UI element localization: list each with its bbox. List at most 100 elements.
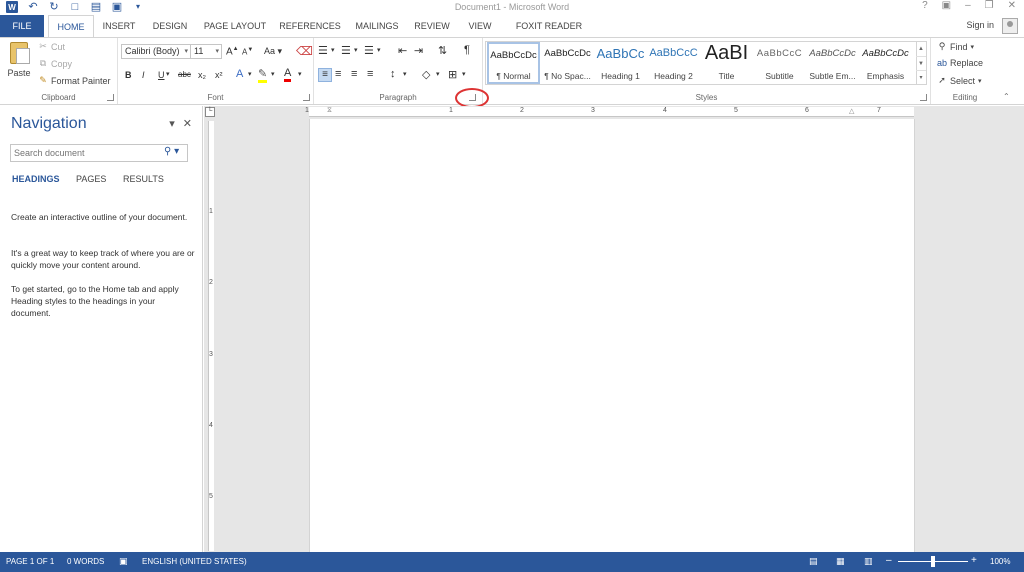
word-count[interactable]: 0 WORDS	[67, 557, 104, 566]
tab-view[interactable]: VIEW	[462, 15, 498, 37]
highlight-color-icon[interactable]: ✎	[258, 67, 268, 83]
tab-file[interactable]: FILE	[0, 15, 44, 37]
nav-tab-pages[interactable]: PAGES	[76, 174, 106, 184]
styles-gallery-scroll[interactable]: ▲ ▼ ▾	[916, 41, 927, 85]
tab-mailings[interactable]: MAILINGS	[350, 15, 404, 37]
style-no-spacing[interactable]: AaBbCcDc ¶ No Spac...	[541, 42, 594, 84]
sign-in-link[interactable]: Sign in	[966, 20, 994, 30]
chevron-down-icon[interactable]: ▾	[436, 70, 440, 78]
pane-options-icon[interactable]: ▾	[169, 117, 175, 130]
tab-insert[interactable]: INSERT	[98, 15, 140, 37]
collapse-ribbon-icon[interactable]: ⌃	[1003, 92, 1010, 101]
search-document-input[interactable]	[10, 144, 188, 162]
multilevel-list-icon[interactable]: ☰	[364, 44, 374, 57]
chevron-down-icon[interactable]: ▾	[403, 70, 407, 78]
chevron-down-icon[interactable]: ▾	[298, 70, 302, 78]
underline-button[interactable]: U	[158, 70, 165, 80]
search-icon[interactable]: ⚲ ▾	[164, 146, 179, 157]
scroll-up-icon[interactable]: ▲	[916, 42, 926, 56]
chevron-down-icon[interactable]: ▾	[331, 46, 335, 54]
strikethrough-button[interactable]: abc	[178, 70, 191, 79]
print-layout-icon[interactable]: ▦	[836, 556, 845, 567]
tab-foxit-reader-pdf[interactable]: FOXIT READER PDF	[506, 15, 592, 53]
chevron-down-icon[interactable]: ▾	[248, 70, 252, 78]
font-name-combo[interactable]: Calibri (Body) ▾	[121, 44, 191, 59]
zoom-in-icon[interactable]: +	[971, 555, 977, 566]
decrease-indent-icon[interactable]: ⇤	[398, 44, 407, 57]
shading-icon[interactable]: ◇	[422, 68, 430, 81]
borders-icon[interactable]: ⊞	[448, 68, 457, 81]
font-dialog-launcher[interactable]	[303, 94, 310, 101]
bold-button[interactable]: B	[125, 70, 132, 80]
nav-tab-results[interactable]: RESULTS	[123, 174, 164, 184]
style-normal[interactable]: AaBbCcDc ¶ Normal	[487, 42, 540, 84]
right-indent-marker-icon[interactable]: △	[849, 107, 854, 115]
cut-button[interactable]: ✂ Cut	[38, 41, 65, 52]
align-center-icon[interactable]: ≡	[335, 68, 341, 80]
find-button[interactable]: ⚲ Find ▾	[937, 41, 974, 52]
tab-home[interactable]: HOME	[48, 15, 94, 38]
zoom-out-icon[interactable]: –	[886, 555, 892, 566]
read-mode-icon[interactable]: ▤	[809, 556, 818, 567]
change-case-button[interactable]: Aa ▾	[264, 46, 282, 57]
style-title[interactable]: AaBI Title	[700, 42, 753, 84]
replace-button[interactable]: ab Replace	[937, 58, 983, 68]
chevron-down-icon[interactable]: ▾	[271, 70, 275, 78]
show-formatting-marks-icon[interactable]: ¶	[464, 44, 470, 56]
avatar-icon[interactable]	[1002, 18, 1018, 34]
page-count[interactable]: PAGE 1 OF 1	[6, 557, 54, 566]
close-icon[interactable]: ✕	[1008, 0, 1016, 11]
help-icon[interactable]: ?	[922, 0, 928, 11]
web-layout-icon[interactable]: ▥	[864, 556, 873, 567]
clear-formatting-icon[interactable]: ⌫	[296, 44, 313, 58]
increase-indent-icon[interactable]: ⇥	[414, 44, 423, 57]
line-spacing-icon[interactable]: ↕	[390, 68, 396, 80]
font-color-icon[interactable]: A	[284, 67, 292, 82]
ribbon-display-options-icon[interactable]: ▣	[942, 0, 951, 11]
style-subtle-emphasis[interactable]: AaBbCcDc Subtle Em...	[806, 42, 859, 84]
zoom-level[interactable]: 100%	[990, 557, 1010, 566]
tab-review[interactable]: REVIEW	[410, 15, 454, 37]
copy-button[interactable]: ⧉ Copy	[38, 58, 72, 69]
more-styles-icon[interactable]: ▾	[916, 70, 926, 84]
shrink-font-button[interactable]: A▼	[242, 47, 253, 57]
subscript-button[interactable]: x₂	[198, 70, 206, 80]
proofing-icon[interactable]: ▣	[119, 556, 128, 567]
grow-font-button[interactable]: A▲	[226, 46, 239, 57]
align-right-icon[interactable]: ≡	[351, 68, 357, 80]
bullets-icon[interactable]: ☰	[318, 44, 328, 57]
chevron-down-icon[interactable]: ▾	[462, 70, 466, 78]
indent-marker-icon[interactable]: ⧖	[327, 107, 332, 115]
style-heading-1[interactable]: AaBbCc Heading 1	[594, 42, 647, 84]
style-emphasis[interactable]: AaBbCcDc Emphasis	[859, 42, 912, 84]
zoom-slider-thumb[interactable]	[931, 556, 935, 567]
document-page[interactable]	[309, 119, 915, 554]
clipboard-dialog-launcher[interactable]	[107, 94, 114, 101]
restore-icon[interactable]: ❐	[985, 0, 994, 11]
style-subtitle[interactable]: AaBbCcC Subtitle	[753, 42, 806, 84]
styles-dialog-launcher[interactable]	[920, 94, 927, 101]
tab-references[interactable]: REFERENCES	[278, 15, 342, 37]
underline-dropdown-icon[interactable]: ▾	[166, 70, 170, 78]
nav-tab-headings[interactable]: HEADINGS	[12, 174, 60, 184]
sort-icon[interactable]: ⇅	[438, 44, 447, 57]
text-effects-icon[interactable]: A	[236, 68, 243, 80]
close-pane-icon[interactable]: ✕	[183, 117, 192, 130]
tab-selector[interactable]: └	[205, 107, 215, 117]
chevron-down-icon[interactable]: ▾	[377, 46, 381, 54]
tab-design[interactable]: DESIGN	[148, 15, 192, 37]
style-heading-2[interactable]: AaBbCcC Heading 2	[647, 42, 700, 84]
zoom-slider[interactable]	[898, 556, 968, 567]
superscript-button[interactable]: x²	[215, 70, 223, 80]
paste-button[interactable]: Paste	[6, 42, 32, 90]
chevron-down-icon[interactable]: ▾	[354, 46, 358, 54]
numbering-icon[interactable]: ☰	[341, 44, 351, 57]
language-indicator[interactable]: ENGLISH (UNITED STATES)	[142, 557, 247, 566]
align-left-icon[interactable]: ≡	[318, 68, 332, 82]
minimize-icon[interactable]: –	[965, 0, 971, 11]
italic-button[interactable]: I	[142, 70, 145, 80]
scroll-down-icon[interactable]: ▼	[916, 56, 926, 70]
select-button[interactable]: ➚ Select ▾	[937, 75, 981, 86]
font-size-combo[interactable]: 11 ▾	[190, 44, 222, 59]
format-painter-button[interactable]: ✎ Format Painter	[38, 75, 110, 86]
